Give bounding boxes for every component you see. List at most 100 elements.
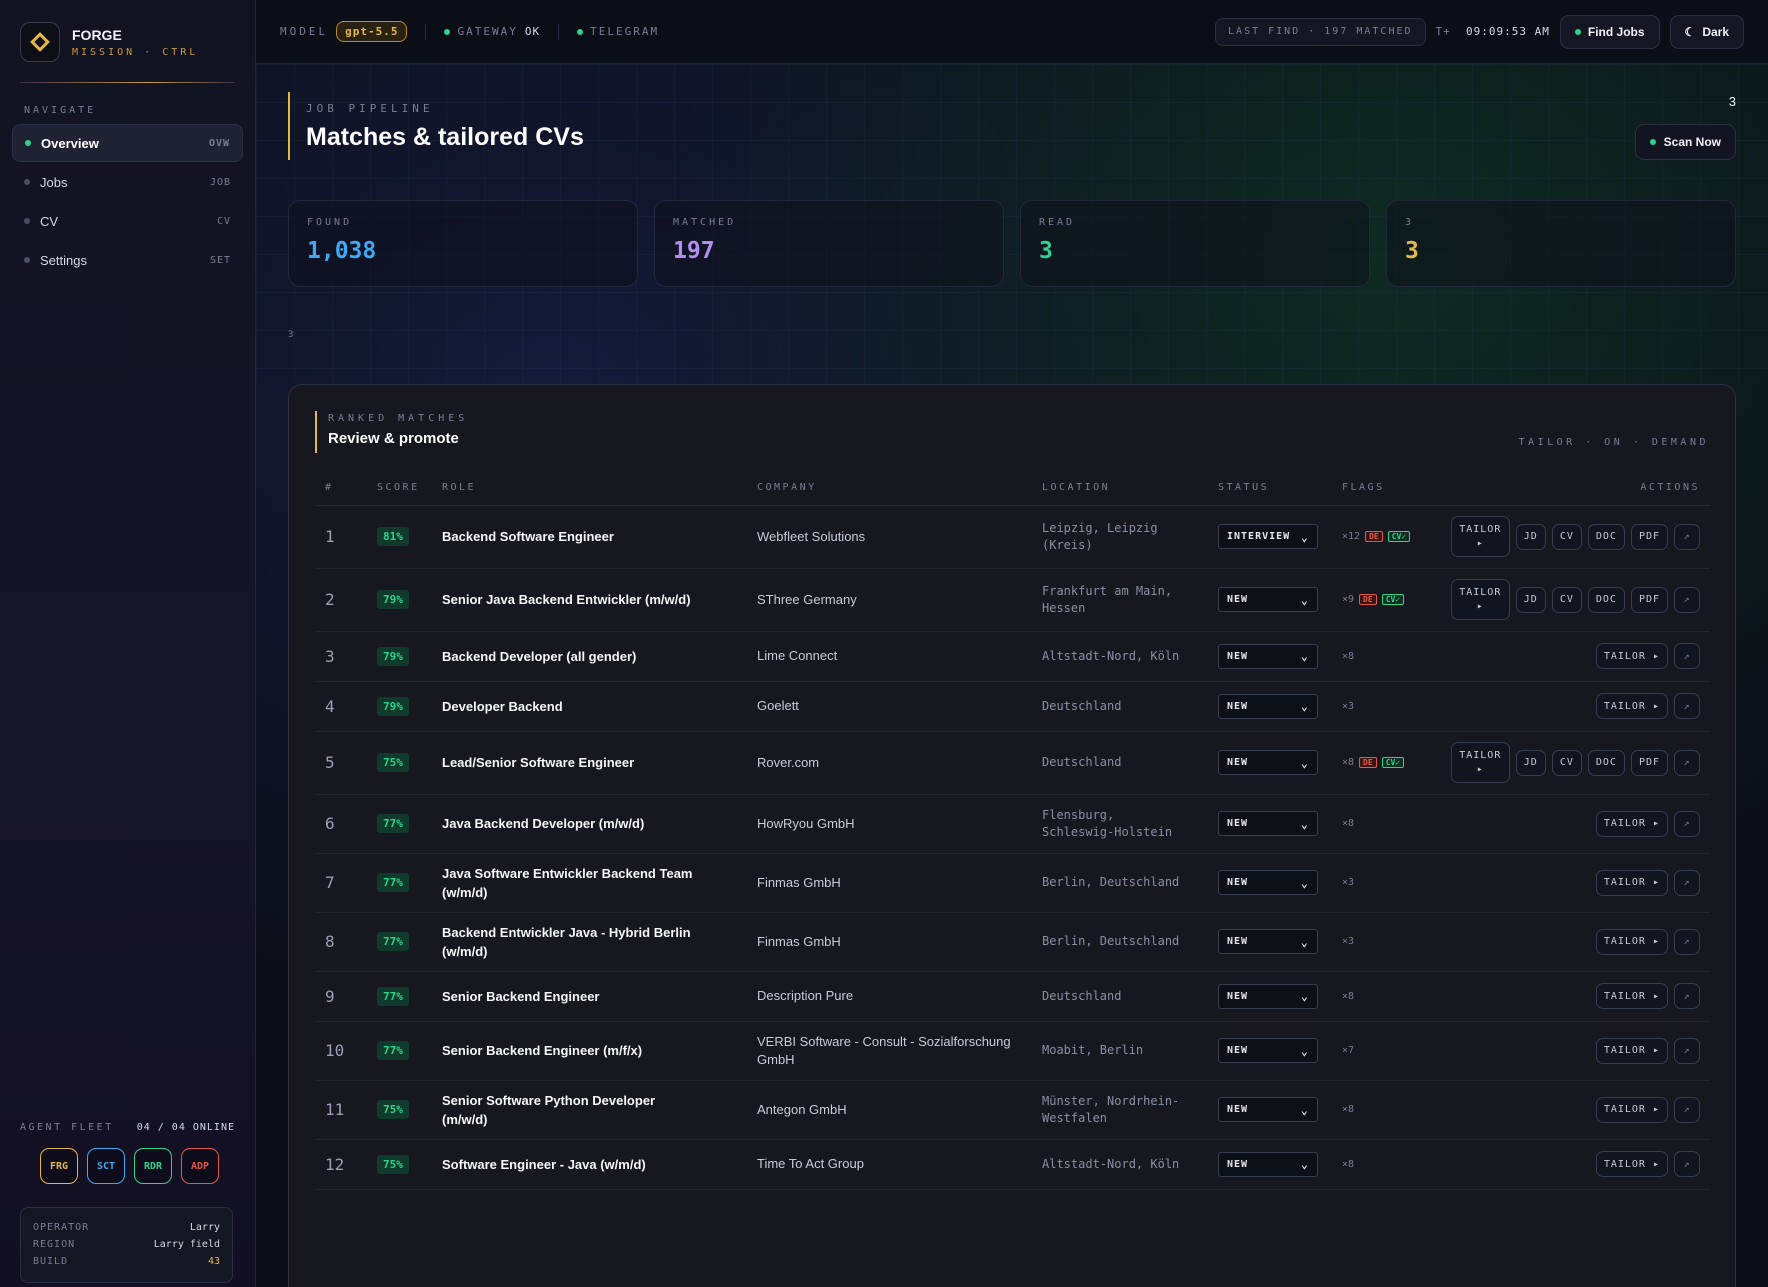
status-select[interactable]: NEW ⌄ [1218,587,1318,612]
col-header-company[interactable]: COMPANY [747,471,1032,506]
model-badge[interactable]: gpt-5.5 [336,21,408,42]
role-title[interactable]: Backend Entwickler Java - Hybrid Berlin … [442,923,702,961]
theme-toggle-button[interactable]: ☾ Dark [1669,14,1744,49]
status-select[interactable]: NEW ⌄ [1218,750,1318,775]
external-link-icon[interactable]: ↗ [1674,749,1700,776]
external-link-icon[interactable]: ↗ [1674,693,1700,719]
role-title[interactable]: Senior Software Python Developer (m/w/d) [442,1091,702,1129]
status-select[interactable]: NEW ⌄ [1218,1151,1318,1177]
sidebar-item-cv[interactable]: CV CV [12,202,243,240]
status-select[interactable]: NEW ⌄ [1218,643,1318,669]
external-link-icon[interactable]: ↗ [1674,1096,1700,1123]
col-header-role[interactable]: ROLE [432,471,747,506]
table-row[interactable]: 11 75% Senior Software Python Developer (m… [315,1080,1710,1140]
tailor-button[interactable]: TAILOR ▸ [1595,928,1668,955]
status-select[interactable]: NEW ⌄ [1218,870,1318,895]
agent-chip[interactable]: FRG [40,1148,78,1184]
tailor-button[interactable]: TAILOR ▸ [1450,579,1510,620]
flags: ×3 [1342,701,1432,712]
tailor-button[interactable]: TAILOR ▸ [1450,742,1510,783]
row-actions: TAILOR ▸ ↗ [1442,1151,1710,1177]
col-header-location[interactable]: LOCATION [1032,471,1208,506]
external-link-icon[interactable]: ↗ [1674,1037,1700,1064]
brand[interactable]: FORGE MISSION · CTRL [0,0,255,62]
role-title[interactable]: Senior Backend Engineer [442,987,702,1006]
jd-button[interactable]: JD [1515,586,1546,613]
tailor-button[interactable]: TAILOR ▸ [1595,1151,1668,1177]
role-title[interactable]: Java Software Entwickler Backend Team (w… [442,864,702,902]
col-header-status[interactable]: STATUS [1208,471,1332,506]
agent-chip[interactable]: ADP [181,1148,219,1184]
sidebar-item-overview[interactable]: Overview OVW [12,124,243,162]
sidebar-item-jobs[interactable]: Jobs JOB [12,163,243,201]
external-link-icon[interactable]: ↗ [1674,983,1700,1009]
tailor-button[interactable]: TAILOR ▸ [1595,693,1668,719]
tailor-button[interactable]: TAILOR ▸ [1595,1096,1668,1123]
cv-button[interactable]: CV [1551,586,1582,613]
role-title[interactable]: Software Engineer - Java (w/m/d) [442,1155,702,1174]
doc-button[interactable]: DOC [1587,586,1625,613]
role-title[interactable]: Developer Backend [442,697,702,716]
table-row[interactable]: 5 75% Lead/Senior Software Engineer Rover.c… [315,731,1710,795]
row-number: 1 [325,527,335,546]
tailor-button[interactable]: TAILOR ▸ [1595,1037,1668,1064]
external-link-icon[interactable]: ↗ [1674,523,1700,550]
external-link-icon[interactable]: ↗ [1674,928,1700,955]
cv-button[interactable]: CV [1551,749,1582,776]
role-title[interactable]: Backend Software Engineer [442,527,702,546]
status-select[interactable]: NEW ⌄ [1218,929,1318,954]
dot-icon [24,257,30,263]
table-row[interactable]: 2 79% Senior Java Backend Entwickler (m/w/… [315,568,1710,632]
table-row[interactable]: 1 81% Backend Software Engineer Webfleet So… [315,505,1710,569]
flags: ×3 [1342,936,1432,947]
tailor-button[interactable]: TAILOR ▸ [1595,810,1668,837]
status-select[interactable]: NEW ⌄ [1218,983,1318,1009]
role-title[interactable]: Java Backend Developer (m/w/d) [442,814,702,833]
jd-button[interactable]: JD [1515,523,1546,550]
cv-button[interactable]: CV [1551,523,1582,550]
external-link-icon[interactable]: ↗ [1674,586,1700,613]
location: Münster, Nordrhein-Westfalen [1042,1093,1180,1125]
col-header-score[interactable]: SCORE [367,471,432,506]
external-link-icon[interactable]: ↗ [1674,643,1700,669]
table-row[interactable]: 12 75% Software Engineer - Java (w/m/d) Tim… [315,1139,1710,1190]
status-select[interactable]: NEW ⌄ [1218,1097,1318,1122]
external-link-icon[interactable]: ↗ [1674,810,1700,837]
doc-button[interactable]: DOC [1587,523,1625,550]
status-select[interactable]: NEW ⌄ [1218,1038,1318,1063]
role-title[interactable]: Senior Java Backend Entwickler (m/w/d) [442,590,702,609]
find-jobs-button[interactable]: Find Jobs [1559,14,1660,49]
tailor-button[interactable]: TAILOR ▸ [1595,869,1668,896]
status-select[interactable]: NEW ⌄ [1218,811,1318,836]
stray-label: 3 [288,330,294,340]
role-title[interactable]: Lead/Senior Software Engineer [442,753,702,772]
status-select[interactable]: NEW ⌄ [1218,693,1318,719]
status-select[interactable]: INTERVIEW ⌄ [1218,524,1318,549]
tailor-button[interactable]: TAILOR ▸ [1450,516,1510,557]
role-title[interactable]: Backend Developer (all gender) [442,647,702,666]
jd-button[interactable]: JD [1515,749,1546,776]
agent-chip[interactable]: SCT [87,1148,125,1184]
pdf-button[interactable]: PDF [1630,749,1668,776]
tailor-button[interactable]: TAILOR ▸ [1595,983,1668,1009]
stat-card: READ 3 [1020,200,1370,287]
sidebar-item-settings[interactable]: Settings SET [12,241,243,279]
scan-now-button[interactable]: Scan Now [1634,124,1736,160]
external-link-icon[interactable]: ↗ [1674,1151,1700,1177]
pdf-button[interactable]: PDF [1630,523,1668,550]
table-row[interactable]: 7 77% Java Software Entwickler Backend Tea… [315,853,1710,913]
table-row[interactable]: 9 77% Senior Backend Engineer Description P… [315,971,1710,1022]
table-row[interactable]: 3 79% Backend Developer (all gender) Lime C… [315,631,1710,682]
pdf-button[interactable]: PDF [1630,586,1668,613]
tailor-button[interactable]: TAILOR ▸ [1595,643,1668,669]
table-row[interactable]: 4 79% Developer Backend Goelett Deutschland N… [315,681,1710,732]
table-row[interactable]: 6 77% Java Backend Developer (m/w/d) HowRyo… [315,794,1710,854]
external-link-icon[interactable]: ↗ [1674,869,1700,896]
role-title[interactable]: Senior Backend Engineer (m/f/x) [442,1041,702,1060]
location: Moabit, Berlin [1042,1043,1144,1057]
table-row[interactable]: 8 77% Backend Entwickler Java - Hybrid Ber… [315,912,1710,972]
row-number: 11 [325,1100,345,1119]
agent-chip[interactable]: RDR [134,1148,172,1184]
table-row[interactable]: 10 77% Senior Backend Engineer (m/f/x) VERB… [315,1021,1710,1081]
doc-button[interactable]: DOC [1587,749,1625,776]
